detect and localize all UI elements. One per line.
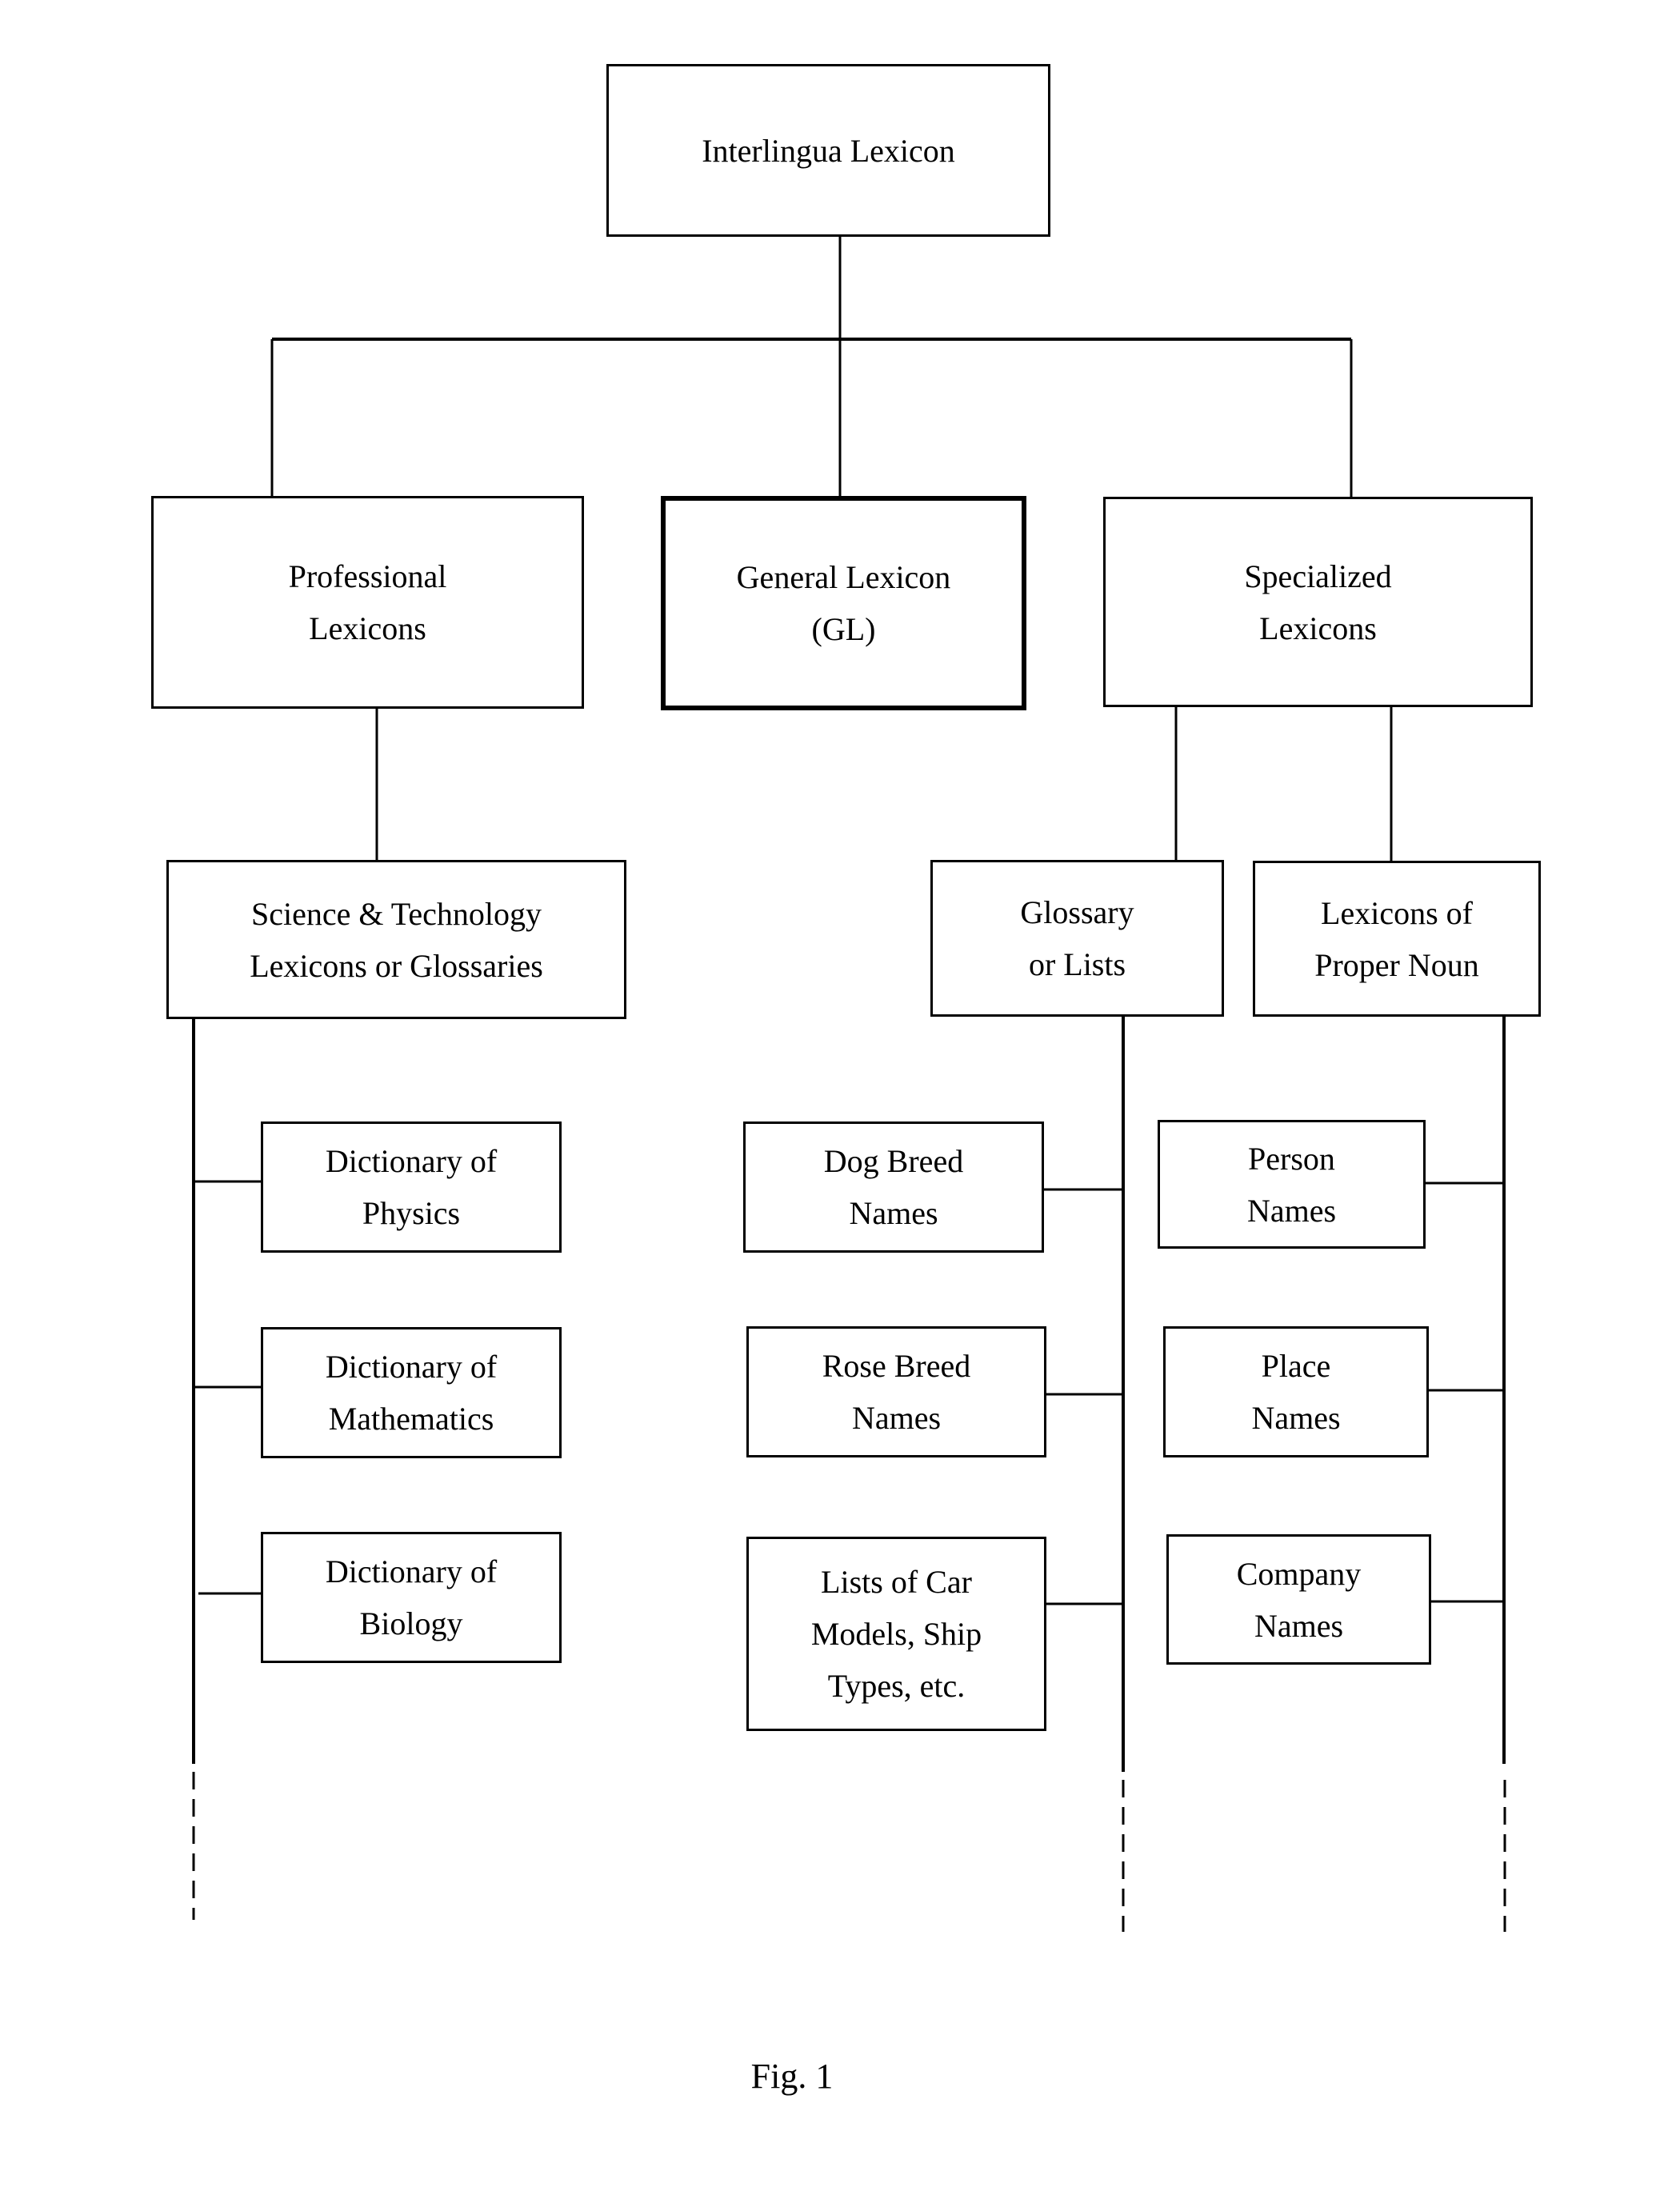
node-label: Company Names [1236,1555,1362,1644]
node-mathematics: Dictionary of Mathematics [261,1327,562,1458]
node-professional-lexicons: Professional Lexicons [151,496,584,709]
node-label: Specialized Lexicons [1244,558,1392,646]
node-car-ship: Lists of Car Models, Ship Types, etc. [746,1537,1046,1731]
node-label: Rose Breed Names [822,1348,971,1436]
node-label: Person Names [1246,1140,1337,1229]
node-interlingua-lexicon: Interlingua Lexicon [606,64,1050,237]
node-label: Interlingua Lexicon [702,132,955,169]
node-label: Dictionary of Mathematics [325,1349,498,1437]
node-specialized-lexicons: Specialized Lexicons [1103,497,1533,707]
node-label: Lexicons of Proper Noun [1314,894,1479,983]
node-general-lexicon: General Lexicon (GL) [661,496,1026,710]
connectors [192,237,1506,1932]
figure-caption: Fig. 1 [750,2057,834,2096]
node-label: Lists of Car Models, Ship Types, etc. [810,1564,982,1704]
node-proper-noun: Lexicons of Proper Noun [1253,861,1541,1017]
node-sci-tech: Science & Technology Lexicons or Glossar… [166,860,626,1019]
node-biology: Dictionary of Biology [261,1532,562,1663]
diagram-canvas: Interlingua Lexicon Professional Lexicon… [0,0,1680,2195]
node-label: Professional Lexicons [288,558,447,646]
node-label: Dog Breed Names [823,1143,964,1231]
node-physics: Dictionary of Physics [261,1121,562,1253]
node-label: Glossary or Lists [1020,894,1134,982]
node-company-names: Company Names [1166,1534,1431,1665]
node-label: Dictionary of Biology [325,1553,498,1641]
node-dog-breed: Dog Breed Names [743,1121,1044,1253]
node-person-names: Person Names [1158,1120,1426,1249]
node-place-names: Place Names [1163,1326,1429,1457]
node-label: Science & Technology Lexicons or Glossar… [250,895,543,984]
node-label: General Lexicon (GL) [736,559,951,647]
node-glossary-lists: Glossary or Lists [930,860,1224,1017]
node-label: Place Names [1251,1348,1341,1436]
node-label: Dictionary of Physics [325,1143,498,1231]
node-rose-breed: Rose Breed Names [746,1326,1046,1457]
